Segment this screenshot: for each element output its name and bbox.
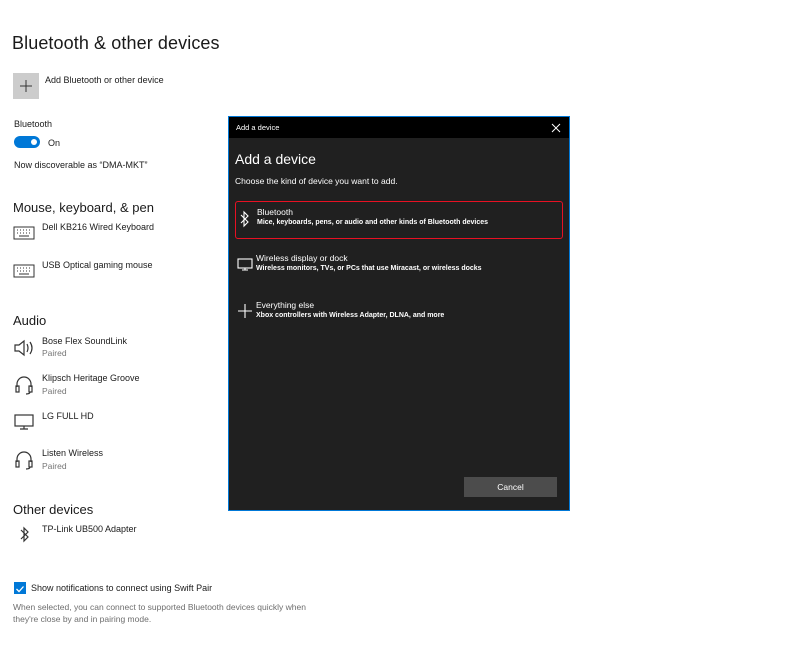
option-description: Xbox controllers with Wireless Adapter, … — [256, 312, 445, 319]
speaker-icon — [13, 338, 35, 358]
option-wireless-display[interactable]: Wireless display or dock Wireless monito… — [235, 248, 563, 286]
section-audio: Audio — [13, 313, 47, 328]
device-name[interactable]: Bose Flex SoundLink — [42, 336, 127, 346]
option-bluetooth[interactable]: Bluetooth Mice, keyboards, pens, or audi… — [235, 201, 563, 239]
add-device-dialog: Add a device Add a device Choose the kin… — [228, 116, 570, 511]
keyboard-icon — [13, 226, 35, 246]
device-status: Paired — [42, 348, 67, 358]
checkmark-icon — [16, 586, 24, 593]
option-title: Everything else — [256, 300, 315, 310]
add-device-button[interactable] — [13, 73, 39, 99]
device-status: Paired — [42, 386, 67, 396]
close-icon — [551, 123, 561, 133]
option-title: Wireless display or dock — [256, 253, 348, 263]
device-status: Paired — [42, 461, 67, 471]
page-title: Bluetooth & other devices — [12, 33, 220, 53]
monitor-icon — [13, 413, 35, 433]
option-description: Mice, keyboards, pens, or audio and othe… — [257, 219, 489, 226]
dialog-prompt: Choose the kind of device you want to ad… — [235, 176, 398, 186]
discoverable-text: Now discoverable as “DMA-MKT” — [14, 160, 148, 170]
toggle-state-label: On — [48, 138, 61, 148]
close-button[interactable] — [550, 121, 562, 133]
bluetooth-icon — [238, 210, 252, 228]
dialog-titlebar: Add a device — [229, 117, 569, 138]
option-description: Wireless monitors, TVs, or PCs that use … — [256, 265, 482, 272]
option-title: Bluetooth — [257, 207, 293, 217]
dialog-window-title: Add a device — [236, 123, 280, 132]
swift-pair-note: When selected, you can connect to suppor… — [13, 602, 306, 624]
device-name[interactable]: Listen Wireless — [42, 448, 103, 458]
device-name[interactable]: LG FULL HD — [42, 411, 94, 421]
bluetooth-icon — [13, 526, 35, 546]
add-device-label[interactable]: Add Bluetooth or other device — [45, 75, 164, 85]
headset-icon — [13, 375, 35, 395]
swift-pair-label[interactable]: Show notifications to connect using Swif… — [31, 583, 212, 593]
device-name[interactable]: TP-Link UB500 Adapter — [42, 524, 137, 534]
monitor-icon — [237, 256, 253, 274]
device-name[interactable]: Klipsch Heritage Groove — [42, 373, 140, 383]
keyboard-icon — [13, 264, 35, 284]
cancel-button[interactable]: Cancel — [464, 477, 557, 497]
headset-icon — [13, 450, 35, 470]
bluetooth-label: Bluetooth — [14, 119, 53, 129]
option-everything-else[interactable]: Everything else Xbox controllers with Wi… — [235, 295, 563, 333]
dialog-heading: Add a device — [235, 151, 316, 167]
section-mouse-keyboard-pen: Mouse, keyboard, & pen — [13, 200, 154, 215]
section-other-devices: Other devices — [13, 502, 94, 517]
plus-icon — [237, 303, 253, 321]
bluetooth-toggle[interactable] — [14, 136, 40, 148]
device-name[interactable]: Dell KB216 Wired Keyboard — [42, 222, 154, 232]
device-name[interactable]: USB Optical gaming mouse — [42, 260, 153, 270]
plus-icon — [20, 80, 32, 92]
swift-pair-checkbox[interactable] — [14, 582, 26, 594]
